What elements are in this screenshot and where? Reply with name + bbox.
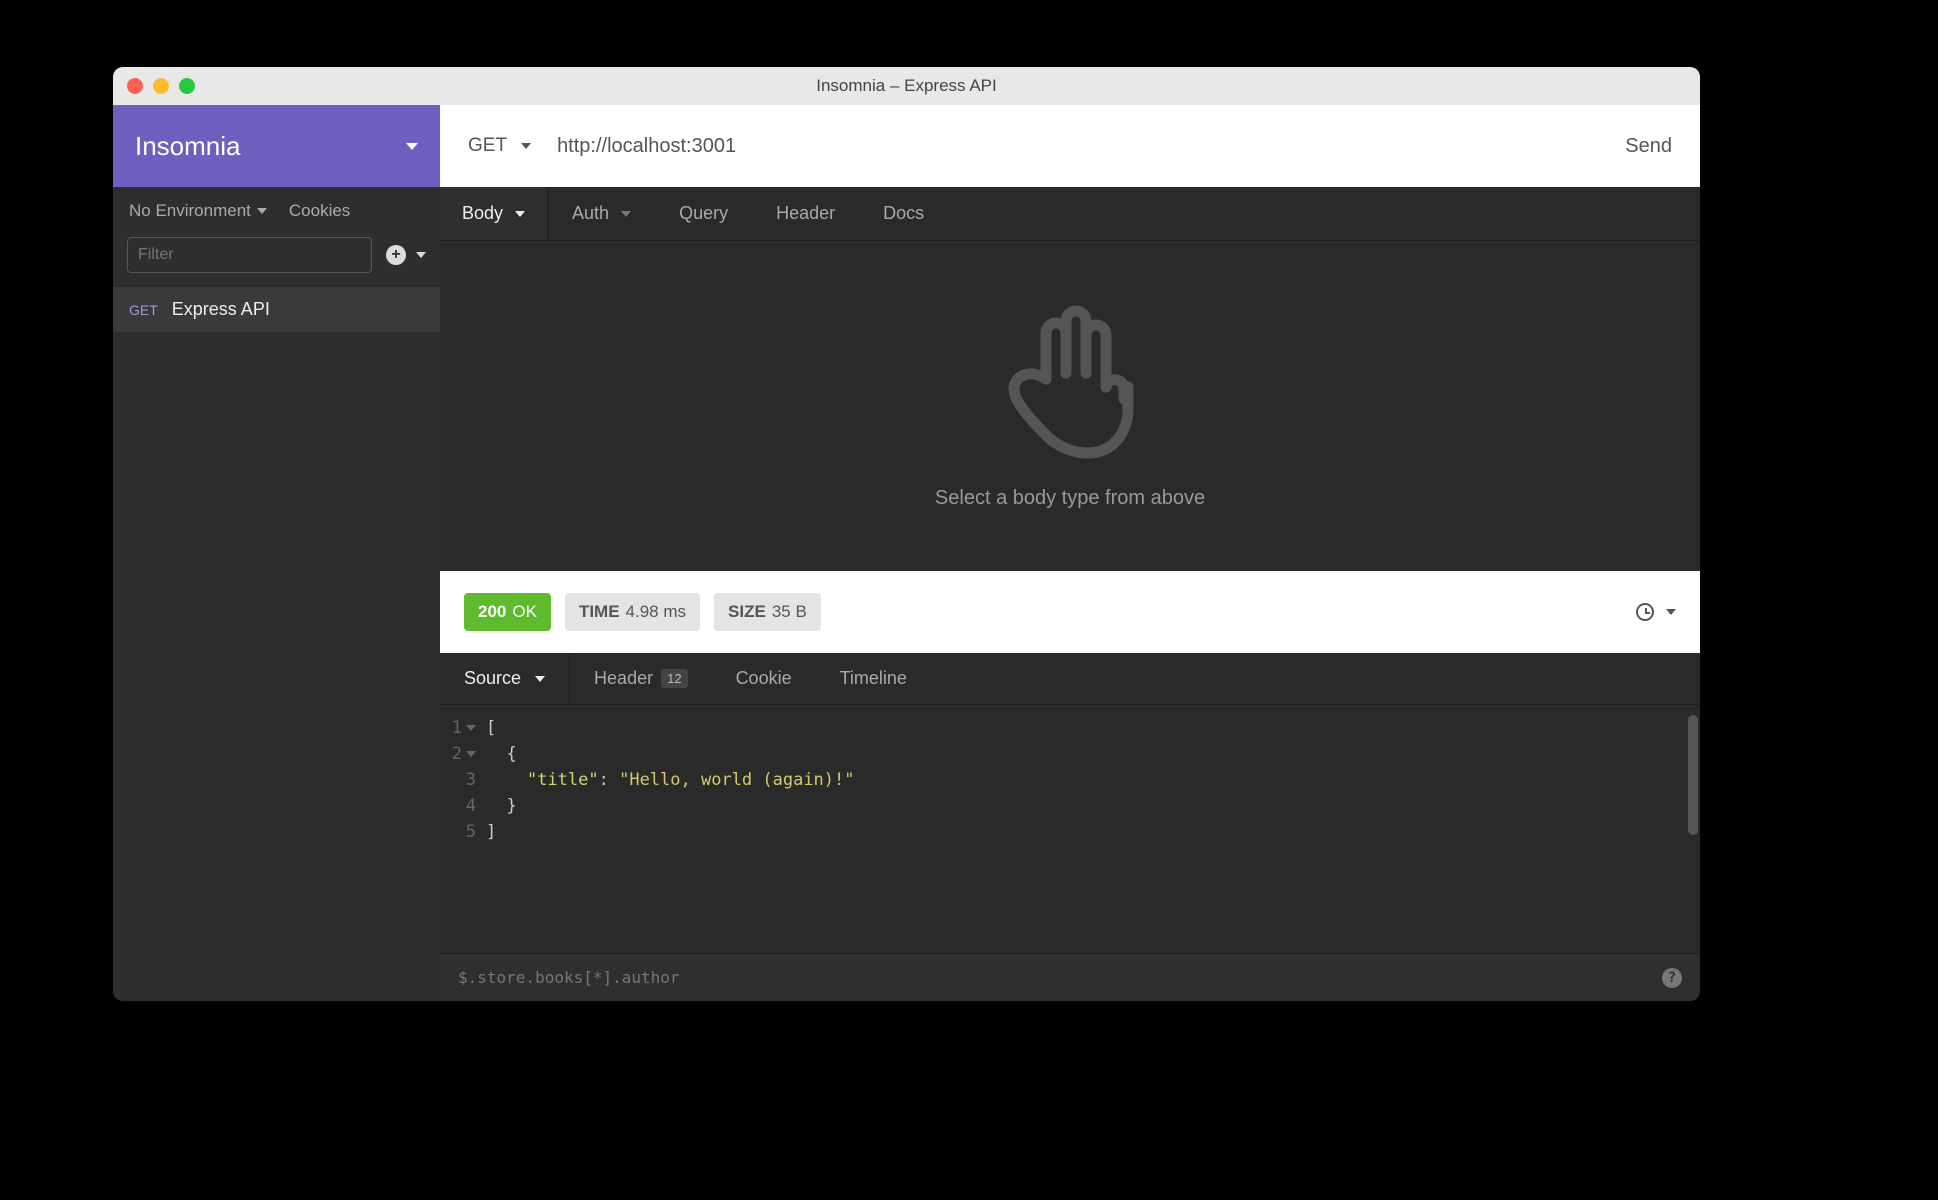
jsonpath-placeholder: $.store.books[*].author — [458, 968, 680, 987]
request-tabs: Body Auth Query Header Docs — [440, 187, 1700, 241]
tab-label: Cookie — [736, 668, 792, 689]
traffic-lights — [127, 78, 195, 94]
tab-response-header[interactable]: Header 12 — [570, 653, 712, 704]
tab-timeline[interactable]: Timeline — [816, 653, 931, 704]
tab-cookie[interactable]: Cookie — [712, 653, 816, 704]
tab-label: Timeline — [840, 668, 907, 689]
tab-label: Header — [594, 668, 653, 689]
titlebar: Insomnia – Express API — [113, 67, 1700, 105]
header-count-badge: 12 — [661, 669, 687, 688]
status-code: 200 — [478, 602, 506, 622]
window-maximize-button[interactable] — [179, 78, 195, 94]
caret-down-icon — [535, 676, 545, 682]
tab-source[interactable]: Source — [440, 653, 570, 704]
caret-down-icon — [406, 143, 418, 150]
environment-row: No Environment Cookies — [113, 187, 440, 231]
tab-query[interactable]: Query — [655, 187, 752, 240]
method-dropdown[interactable]: GET — [468, 135, 531, 157]
response-history-dropdown[interactable] — [1636, 603, 1676, 621]
url-input[interactable] — [557, 135, 1599, 158]
plus-icon: + — [386, 245, 406, 265]
size-value: 35 B — [772, 602, 807, 622]
workspace-name: Insomnia — [135, 131, 241, 162]
clock-icon — [1636, 603, 1654, 621]
content-area: Insomnia No Environment Cookies + GET — [113, 105, 1700, 1001]
environment-label: No Environment — [129, 201, 251, 221]
caret-down-icon — [1666, 609, 1676, 615]
app-window: Insomnia – Express API Insomnia No Envir… — [113, 67, 1700, 1001]
line-gutter: 1 2 3 4 5 — [440, 715, 486, 953]
sidebar: Insomnia No Environment Cookies + GET — [113, 105, 440, 1001]
cookies-button[interactable]: Cookies — [289, 201, 350, 221]
tab-docs[interactable]: Docs — [859, 187, 948, 240]
code-lines: [ { "title": "Hello, world (again)!" } ] — [486, 715, 1700, 953]
url-bar: GET Send — [440, 105, 1700, 187]
add-request-button[interactable]: + — [386, 245, 426, 265]
request-name-label: Express API — [172, 299, 270, 320]
response-tabs: Source Header 12 Cookie Timeline — [440, 653, 1700, 705]
time-badge: TIME 4.98 ms — [565, 593, 700, 631]
time-value: 4.98 ms — [626, 602, 686, 622]
filter-row: + — [113, 231, 440, 287]
size-badge: SIZE 35 B — [714, 593, 821, 631]
time-label: TIME — [579, 602, 620, 622]
status-text: OK — [512, 602, 537, 622]
size-label: SIZE — [728, 602, 766, 622]
caret-down-icon — [515, 211, 525, 217]
caret-down-icon — [416, 252, 426, 258]
body-empty-state: Select a body type from above — [440, 241, 1700, 571]
tab-label: Docs — [883, 203, 924, 224]
tab-body[interactable]: Body — [440, 187, 548, 240]
scrollbar-thumb[interactable] — [1688, 715, 1698, 835]
tab-label: Header — [776, 203, 835, 224]
main-pane: GET Send Body Auth Query — [440, 105, 1700, 1001]
method-label: GET — [468, 135, 507, 157]
caret-down-icon — [521, 143, 531, 149]
hand-icon — [1000, 303, 1140, 463]
help-icon[interactable]: ? — [1662, 968, 1682, 988]
window-minimize-button[interactable] — [153, 78, 169, 94]
tab-label: Query — [679, 203, 728, 224]
send-button[interactable]: Send — [1625, 135, 1672, 158]
request-item[interactable]: GET Express API — [113, 287, 440, 332]
tab-auth[interactable]: Auth — [548, 187, 655, 240]
tab-label: Body — [462, 203, 503, 224]
workspace-dropdown[interactable]: Insomnia — [113, 105, 440, 187]
status-badge: 200 OK — [464, 593, 551, 631]
body-empty-text: Select a body type from above — [935, 487, 1205, 510]
environment-dropdown[interactable]: No Environment — [129, 201, 267, 221]
caret-down-icon — [257, 208, 267, 214]
tab-header[interactable]: Header — [752, 187, 859, 240]
fold-icon[interactable] — [466, 725, 476, 731]
response-status-bar: 200 OK TIME 4.98 ms SIZE 35 B — [440, 571, 1700, 653]
tab-label: Auth — [572, 203, 609, 224]
caret-down-icon — [621, 211, 631, 217]
jsonpath-filter-bar[interactable]: $.store.books[*].author ? — [440, 953, 1700, 1001]
request-method-label: GET — [129, 302, 158, 318]
tab-label: Source — [464, 668, 521, 689]
response-body-viewer[interactable]: 1 2 3 4 5 [ { "title": "Hello, world (ag… — [440, 705, 1700, 953]
window-close-button[interactable] — [127, 78, 143, 94]
filter-input[interactable] — [127, 237, 372, 273]
fold-icon[interactable] — [466, 751, 476, 757]
window-title: Insomnia – Express API — [113, 76, 1700, 96]
